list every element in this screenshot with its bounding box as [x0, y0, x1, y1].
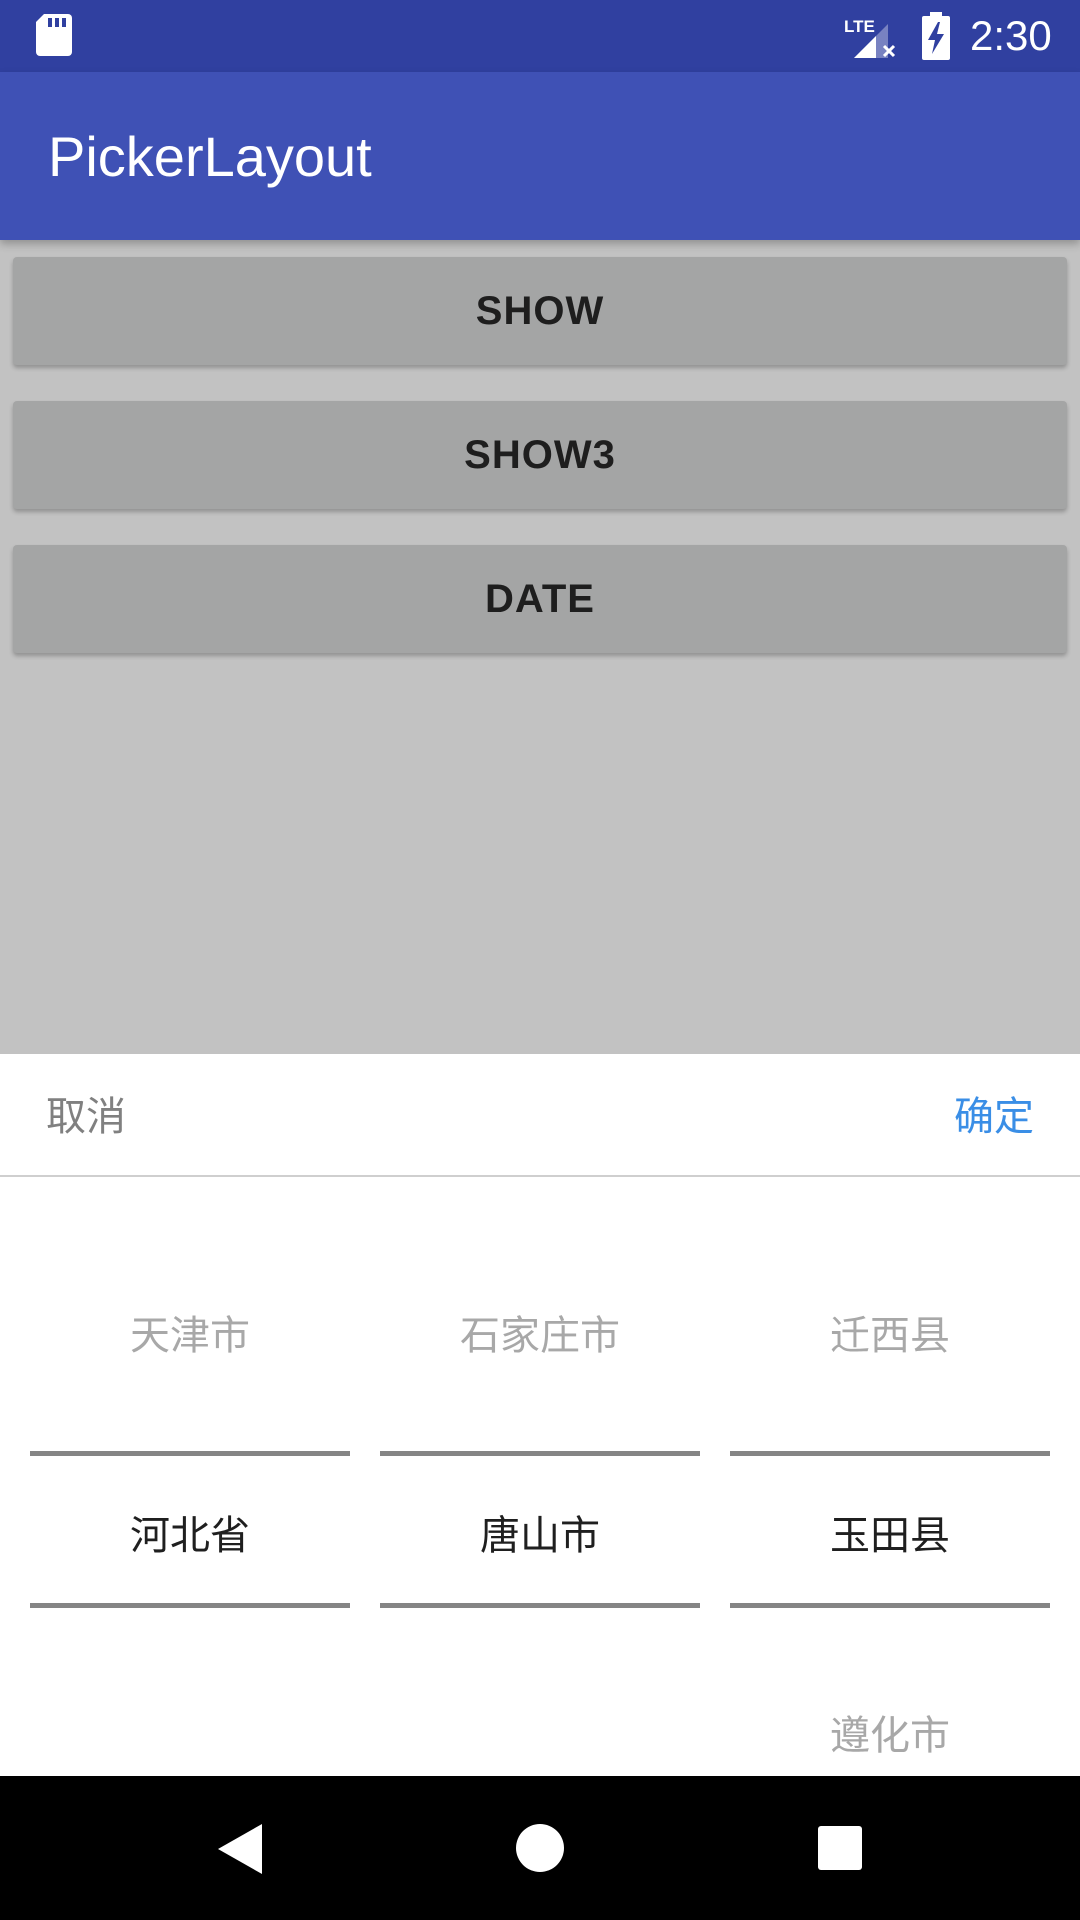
selection-line — [730, 1451, 1050, 1456]
city-wheel[interactable]: 石家庄市 唐山市 — [380, 1177, 700, 1776]
show3-button[interactable]: SHOW3 — [13, 401, 1067, 509]
recents-icon[interactable] — [818, 1826, 862, 1870]
status-time: 2:30 — [970, 12, 1052, 59]
selection-line — [380, 1451, 700, 1456]
selection-line — [30, 1451, 350, 1456]
address-picker-sheet: 取消 确定 天津市 河北省 石家庄市 唐山市 迁西县 玉田县 遵化市 — [0, 1054, 1080, 1776]
selection-line — [380, 1603, 700, 1608]
wheel-item-selected[interactable]: 河北省 — [30, 1503, 350, 1561]
sd-card-icon — [36, 14, 72, 56]
picker-header: 取消 确定 — [0, 1054, 1080, 1175]
show-button[interactable]: SHOW — [13, 257, 1067, 365]
app-title: PickerLayout — [48, 125, 372, 188]
status-bar: LTE 2:30 — [0, 0, 1080, 72]
svg-text:LTE: LTE — [844, 17, 875, 36]
cancel-button[interactable]: 取消 — [46, 1084, 126, 1142]
wheel-item-selected[interactable]: 玉田县 — [730, 1503, 1050, 1561]
home-icon[interactable] — [516, 1824, 564, 1872]
app-bar: PickerLayout — [0, 72, 1080, 240]
selection-line — [30, 1603, 350, 1608]
wheel-item[interactable]: 遵化市 — [730, 1703, 1050, 1761]
selection-line — [730, 1603, 1050, 1608]
wheel-item-selected[interactable]: 唐山市 — [380, 1503, 700, 1561]
lte-signal-icon: LTE — [844, 17, 896, 58]
province-wheel[interactable]: 天津市 河北省 — [30, 1177, 350, 1776]
confirm-button[interactable]: 确定 — [954, 1084, 1034, 1142]
date-button[interactable]: DATE — [13, 545, 1067, 653]
wheel-item[interactable]: 天津市 — [30, 1303, 350, 1361]
wheel-item[interactable]: 迁西县 — [730, 1303, 1050, 1361]
wheel-item[interactable]: 石家庄市 — [380, 1303, 700, 1361]
district-wheel[interactable]: 迁西县 玉田县 遵化市 — [730, 1177, 1050, 1776]
battery-charging-icon — [922, 12, 950, 60]
back-icon[interactable] — [218, 1824, 262, 1874]
navigation-bar — [0, 1776, 1080, 1920]
